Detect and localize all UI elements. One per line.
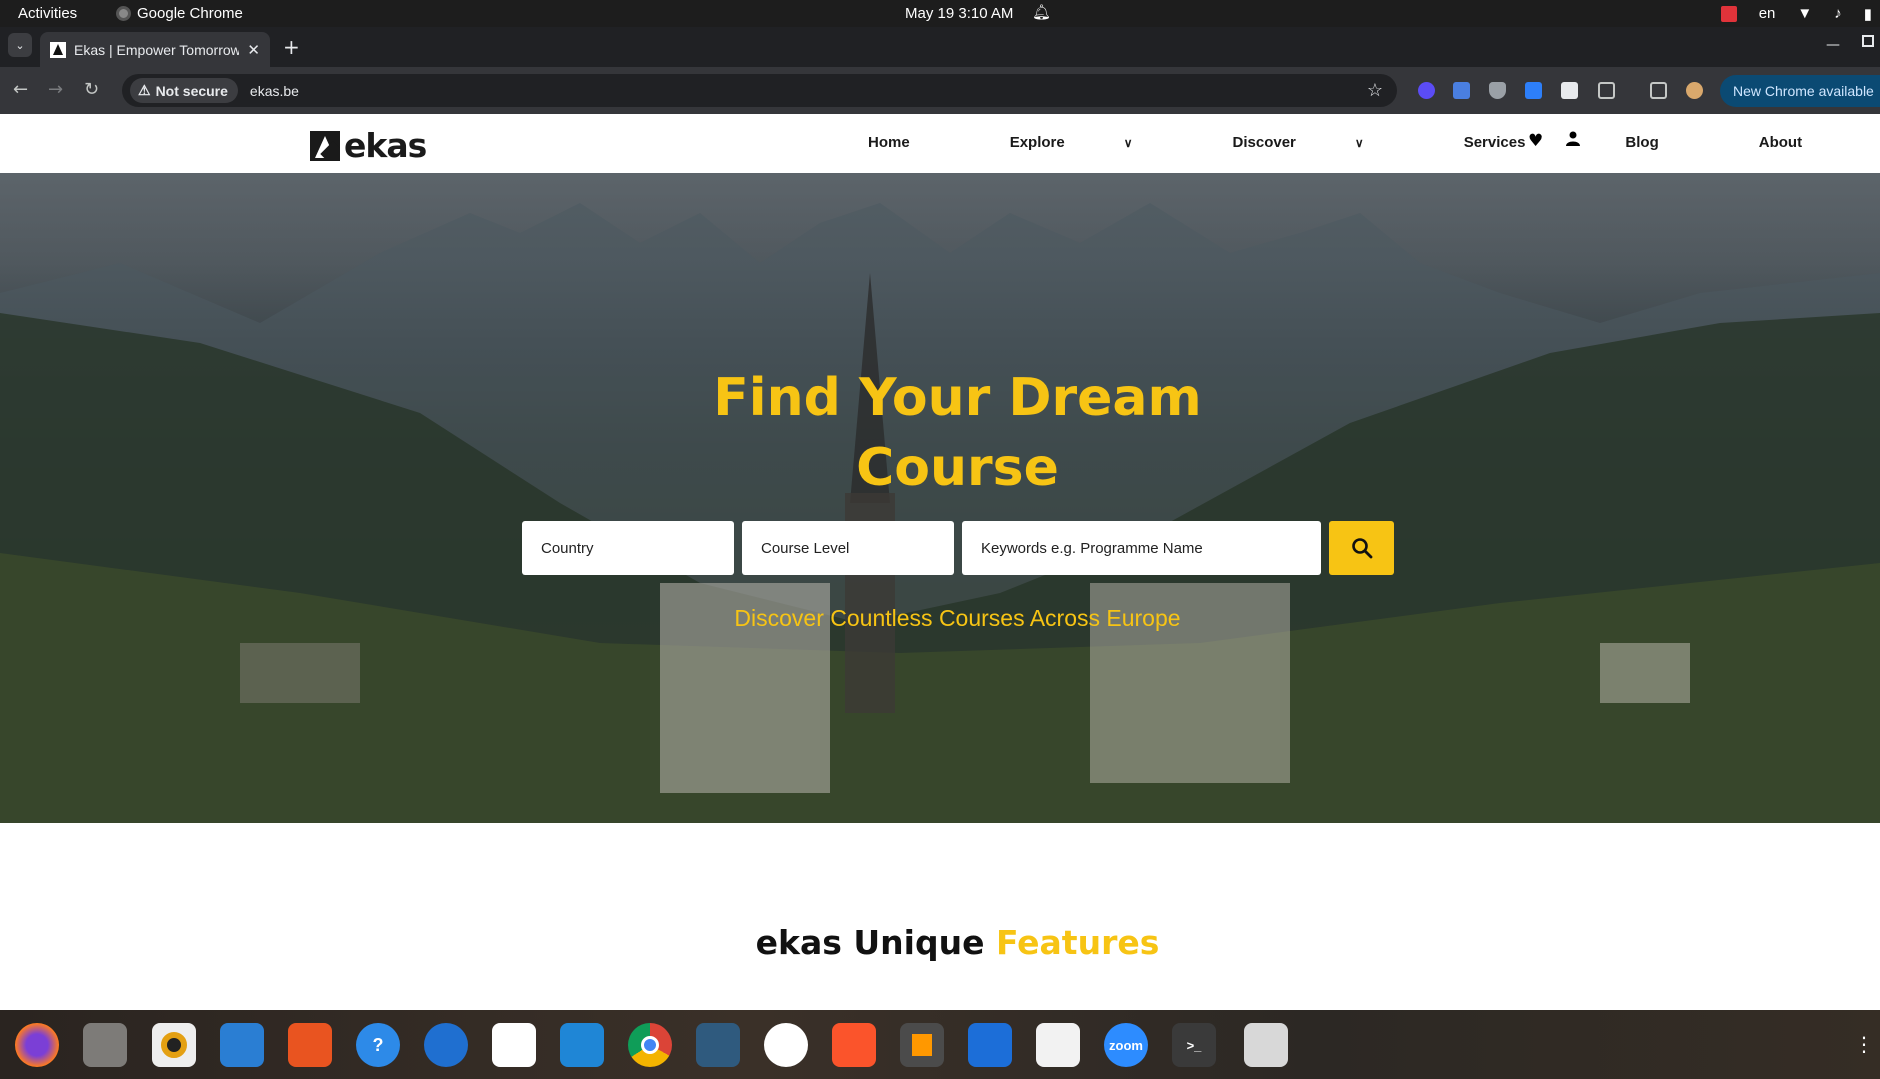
shield-icon[interactable]: [1489, 82, 1506, 99]
site-header: ekas Home Explore ∨ Discover ∨ Services Bl…: [0, 114, 1880, 173]
security-label: Not secure: [155, 82, 228, 99]
tab-title: Ekas | Empower Tomorrow: [74, 41, 240, 58]
wifi-icon: ▼: [1797, 5, 1813, 22]
nav-discover[interactable]: Discover ∨: [1233, 134, 1414, 151]
mysql-workbench-icon[interactable]: [696, 1023, 740, 1067]
indicator-icon[interactable]: [1720, 5, 1737, 22]
course-level-select[interactable]: Course Level: [742, 521, 954, 575]
ekas-favicon-icon: [50, 41, 66, 58]
thunderbird-icon[interactable]: [424, 1023, 468, 1067]
forward-icon[interactable]: →: [48, 79, 63, 100]
nav-home-label: Home: [868, 134, 910, 151]
battery-icon: ▮: [1863, 5, 1872, 23]
slack-icon[interactable]: [492, 1023, 536, 1067]
translate-icon[interactable]: [1453, 82, 1470, 99]
user-icon[interactable]: [1566, 131, 1580, 151]
puzzle-icon[interactable]: [1598, 82, 1615, 99]
activities-button[interactable]: Activities: [18, 5, 77, 22]
new-tab-button[interactable]: +: [283, 35, 300, 59]
document-viewer-icon[interactable]: [1036, 1023, 1080, 1067]
nav-services[interactable]: Services: [1464, 134, 1576, 151]
main-nav: Home Explore ∨ Discover ∨ Services Blog Ab…: [868, 134, 1880, 151]
help-icon[interactable]: ?: [356, 1023, 400, 1067]
close-tab-icon[interactable]: ✕: [247, 41, 260, 59]
tab-strip: ⌄ Ekas | Empower Tomorrow ✕ + —: [0, 27, 1880, 67]
extension-icon[interactable]: [1418, 82, 1435, 99]
vscode-icon[interactable]: [560, 1023, 604, 1067]
extension-icon[interactable]: [1561, 82, 1578, 99]
nav-discover-label: Discover: [1232, 134, 1296, 151]
reload-icon[interactable]: ↻: [84, 79, 99, 100]
app-menu-label: Google Chrome: [137, 5, 243, 22]
course-search-form: Country Course Level Keywords e.g. Progr…: [522, 521, 1394, 575]
nav-home[interactable]: Home: [868, 134, 960, 151]
minimize-icon[interactable]: —: [1826, 37, 1840, 53]
tab-search-button[interactable]: ⌄: [8, 33, 32, 57]
brave-icon[interactable]: [832, 1023, 876, 1067]
nav-about-label: About: [1758, 134, 1803, 151]
nav-explore[interactable]: Explore ∨: [1010, 134, 1183, 151]
app-menu[interactable]: Google Chrome: [116, 5, 243, 22]
hero-tagline: Discover Countless Courses Across Europe: [734, 605, 1181, 631]
system-tray[interactable]: en ▼ ♪ ▮: [1720, 0, 1880, 27]
nav-blog[interactable]: Blog: [1625, 134, 1708, 151]
new-chrome-button[interactable]: New Chrome available: [1720, 75, 1880, 107]
hero-title-line1: Find Your Dream: [713, 368, 1202, 428]
logo-text: ekas: [344, 126, 427, 165]
chrome-icon[interactable]: [628, 1023, 672, 1067]
app-icon[interactable]: [764, 1023, 808, 1067]
show-apps-icon[interactable]: ⋮: [1854, 1032, 1874, 1056]
sublime-icon[interactable]: [900, 1023, 944, 1067]
bell-icon: 🔔︎: [1032, 4, 1052, 21]
chrome-small-icon: [116, 6, 131, 21]
warning-icon: ⚠: [138, 82, 151, 98]
security-chip[interactable]: ⚠ Not secure: [130, 78, 238, 103]
features-title-start: ekas Unique: [755, 923, 996, 962]
avatar[interactable]: [1686, 82, 1703, 99]
software-icon[interactable]: [288, 1023, 332, 1067]
browser-toolbar: ← → ↻ ⚠ Not secure ekas.be ☆ New Chrome …: [0, 67, 1880, 114]
features-section: ekas Unique Features: [0, 823, 1880, 1010]
features-title-accent: Features: [995, 923, 1160, 962]
extension-icon[interactable]: [1525, 82, 1542, 99]
search-button[interactable]: [1329, 521, 1394, 575]
chevron-down-icon: ∨: [1354, 135, 1364, 150]
back-icon[interactable]: ←: [13, 79, 28, 100]
heart-icon[interactable]: ♥: [1528, 131, 1543, 151]
url-text[interactable]: ekas.be: [250, 83, 299, 99]
maximize-icon[interactable]: [1862, 35, 1874, 47]
nav-explore-label: Explore: [1009, 134, 1065, 151]
firefox-icon[interactable]: [15, 1023, 59, 1067]
clock[interactable]: May 19 3:10 AM: [905, 5, 1013, 22]
files-icon[interactable]: [83, 1023, 127, 1067]
rhythmbox-icon[interactable]: [152, 1023, 196, 1067]
hero-title-line2: Course: [856, 438, 1059, 498]
trash-icon[interactable]: [1244, 1023, 1288, 1067]
features-title: ekas Unique Features: [0, 923, 1880, 962]
nav-about[interactable]: About: [1759, 134, 1852, 151]
hero-title: Find Your Dream Course: [0, 363, 1880, 503]
hero-section: Find Your Dream Course Country Course Le…: [0, 173, 1880, 823]
volume-icon: ♪: [1834, 5, 1842, 22]
chevron-down-icon: ∨: [1123, 135, 1133, 150]
keywords-input[interactable]: Keywords e.g. Programme Name: [962, 521, 1321, 575]
language-indicator[interactable]: en: [1759, 5, 1776, 22]
dock: ? zoom >_ ⋮: [0, 1010, 1880, 1079]
ekas-logo-mark: [310, 130, 340, 161]
address-bar[interactable]: ⚠ Not secure ekas.be ☆: [122, 74, 1397, 107]
country-select[interactable]: Country: [522, 521, 734, 575]
search-icon: [1351, 538, 1372, 559]
nav-blog-label: Blog: [1625, 134, 1659, 151]
bookmark-star-icon[interactable]: ☆: [1367, 80, 1383, 101]
active-tab[interactable]: Ekas | Empower Tomorrow ✕: [40, 32, 270, 67]
nav-services-label: Services: [1463, 134, 1526, 151]
trello-icon[interactable]: [968, 1023, 1012, 1067]
system-top-bar: Activities Google Chrome May 19 3:10 AM …: [0, 0, 1880, 27]
terminal-icon[interactable]: >_: [1172, 1023, 1216, 1067]
writer-icon[interactable]: [220, 1023, 264, 1067]
side-panel-icon[interactable]: [1650, 82, 1667, 99]
zoom-icon[interactable]: zoom: [1104, 1023, 1148, 1067]
ekas-logo[interactable]: ekas: [310, 126, 427, 165]
